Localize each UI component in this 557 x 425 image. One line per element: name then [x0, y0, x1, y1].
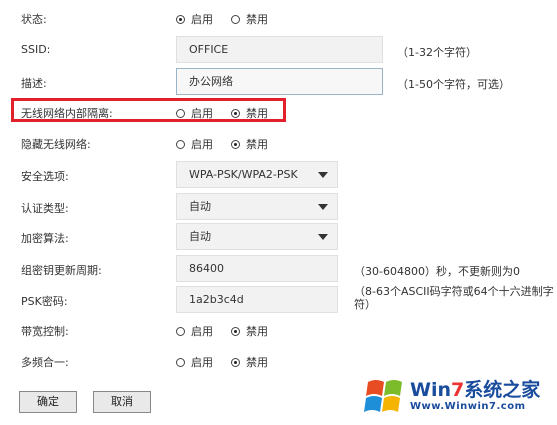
radio-label: 启用	[191, 325, 213, 338]
security-select[interactable]: WPA-PSK/WPA2-PSK	[176, 161, 338, 188]
description-row: 描述: 办公网络 （1-50个字符，可选）	[0, 68, 557, 98]
caret-down-icon	[318, 204, 328, 210]
radio-label: 启用	[191, 356, 213, 369]
security-label: 安全选项:	[21, 170, 69, 183]
radio-unchecked-icon	[176, 357, 185, 367]
psk-label: PSK密码:	[21, 295, 68, 308]
radio-label: 禁用	[246, 13, 268, 26]
radio-unchecked-icon	[176, 139, 185, 149]
bandwidth-label: 带宽控制:	[21, 325, 69, 338]
bandwidth-radio-disable[interactable]: 禁用	[231, 323, 268, 339]
band-merge-radio-disable[interactable]: 禁用	[231, 354, 268, 370]
psk-row: PSK密码: 1a2b3c4d （8-63个ASCII码字符或64个十六进制字符…	[0, 285, 557, 316]
band-merge-radio-enable[interactable]: 启用	[176, 354, 213, 370]
security-value: WPA-PSK/WPA2-PSK	[189, 168, 298, 181]
group-key-period-row: 组密钥更新周期: 86400 （30-604800）秒，不更新则为0	[0, 255, 557, 285]
group-key-period-label: 组密钥更新周期:	[21, 264, 102, 277]
ssid-hint: （1-32个字符）	[397, 46, 477, 59]
encryption-row: 加密算法: 自动	[0, 223, 557, 253]
description-label: 描述:	[21, 77, 47, 90]
radio-checked-icon	[231, 139, 240, 149]
radio-label: 禁用	[246, 107, 268, 120]
radio-unchecked-icon	[176, 326, 185, 336]
bandwidth-radio-enable[interactable]: 启用	[176, 323, 213, 339]
caret-down-icon	[318, 234, 328, 240]
auth-type-value: 自动	[189, 200, 211, 213]
hide-network-radio-enable[interactable]: 启用	[176, 136, 213, 152]
group-key-period-input[interactable]: 86400	[176, 255, 338, 282]
ssid-label: SSID:	[21, 43, 51, 56]
radio-label: 启用	[191, 13, 213, 26]
auth-type-label: 认证类型:	[21, 202, 69, 215]
auth-type-row: 认证类型: 自动	[0, 193, 557, 223]
band-merge-label: 多频合一:	[21, 356, 69, 369]
radio-unchecked-icon	[231, 14, 240, 24]
radio-checked-icon	[231, 357, 240, 367]
radio-label: 禁用	[246, 138, 268, 151]
radio-checked-icon	[176, 14, 185, 24]
status-radio-disable[interactable]: 禁用	[231, 11, 268, 27]
radio-checked-icon	[231, 108, 240, 118]
encryption-value: 自动	[189, 230, 211, 243]
isolation-label: 无线网络内部隔离:	[21, 107, 113, 120]
encryption-select[interactable]: 自动	[176, 223, 338, 250]
auth-type-select[interactable]: 自动	[176, 193, 338, 220]
isolation-radio-enable[interactable]: 启用	[176, 105, 213, 121]
radio-checked-icon	[231, 326, 240, 336]
isolation-radio-disable[interactable]: 禁用	[231, 105, 268, 121]
hide-network-row: 隐藏无线网络: 启用 禁用	[0, 129, 557, 159]
isolation-radio-group: 启用 禁用	[176, 105, 286, 121]
status-row: 状态: 启用 禁用	[0, 4, 557, 34]
radio-label: 禁用	[246, 325, 268, 338]
status-radio-enable[interactable]: 启用	[176, 11, 213, 27]
cancel-button[interactable]: 取消	[93, 391, 151, 413]
band-merge-radio-group: 启用 禁用	[176, 354, 286, 370]
caret-down-icon	[318, 172, 328, 178]
psk-input[interactable]: 1a2b3c4d	[176, 286, 338, 313]
bandwidth-row: 带宽控制: 启用 禁用	[0, 316, 557, 346]
group-key-period-hint: （30-604800）秒，不更新则为0	[354, 265, 520, 278]
description-hint: （1-50个字符，可选）	[397, 78, 510, 91]
isolation-row: 无线网络内部隔离: 启用 禁用	[0, 100, 557, 130]
radio-unchecked-icon	[176, 108, 185, 118]
description-input[interactable]: 办公网络	[176, 68, 383, 95]
hide-network-label: 隐藏无线网络:	[21, 138, 91, 151]
ssid-input[interactable]: OFFICE	[176, 36, 383, 63]
radio-label: 禁用	[246, 356, 268, 369]
hide-network-radio-group: 启用 禁用	[176, 136, 286, 152]
ssid-row: SSID: OFFICE （1-32个字符）	[0, 36, 557, 66]
security-row: 安全选项: WPA-PSK/WPA2-PSK	[0, 161, 557, 191]
logo-url: Www.Winwin7.com	[410, 401, 526, 412]
logo-brand: Win7系统之家	[410, 379, 541, 401]
hide-network-radio-disable[interactable]: 禁用	[231, 136, 268, 152]
encryption-label: 加密算法:	[21, 232, 69, 245]
radio-label: 启用	[191, 138, 213, 151]
confirm-button[interactable]: 确定	[19, 391, 77, 413]
status-radio-group: 启用 禁用	[176, 11, 286, 27]
psk-hint: （8-63个ASCII码字符或64个十六进制字符）	[354, 285, 554, 311]
bandwidth-radio-group: 启用 禁用	[176, 323, 286, 339]
radio-label: 启用	[191, 107, 213, 120]
status-label: 状态:	[21, 13, 47, 26]
